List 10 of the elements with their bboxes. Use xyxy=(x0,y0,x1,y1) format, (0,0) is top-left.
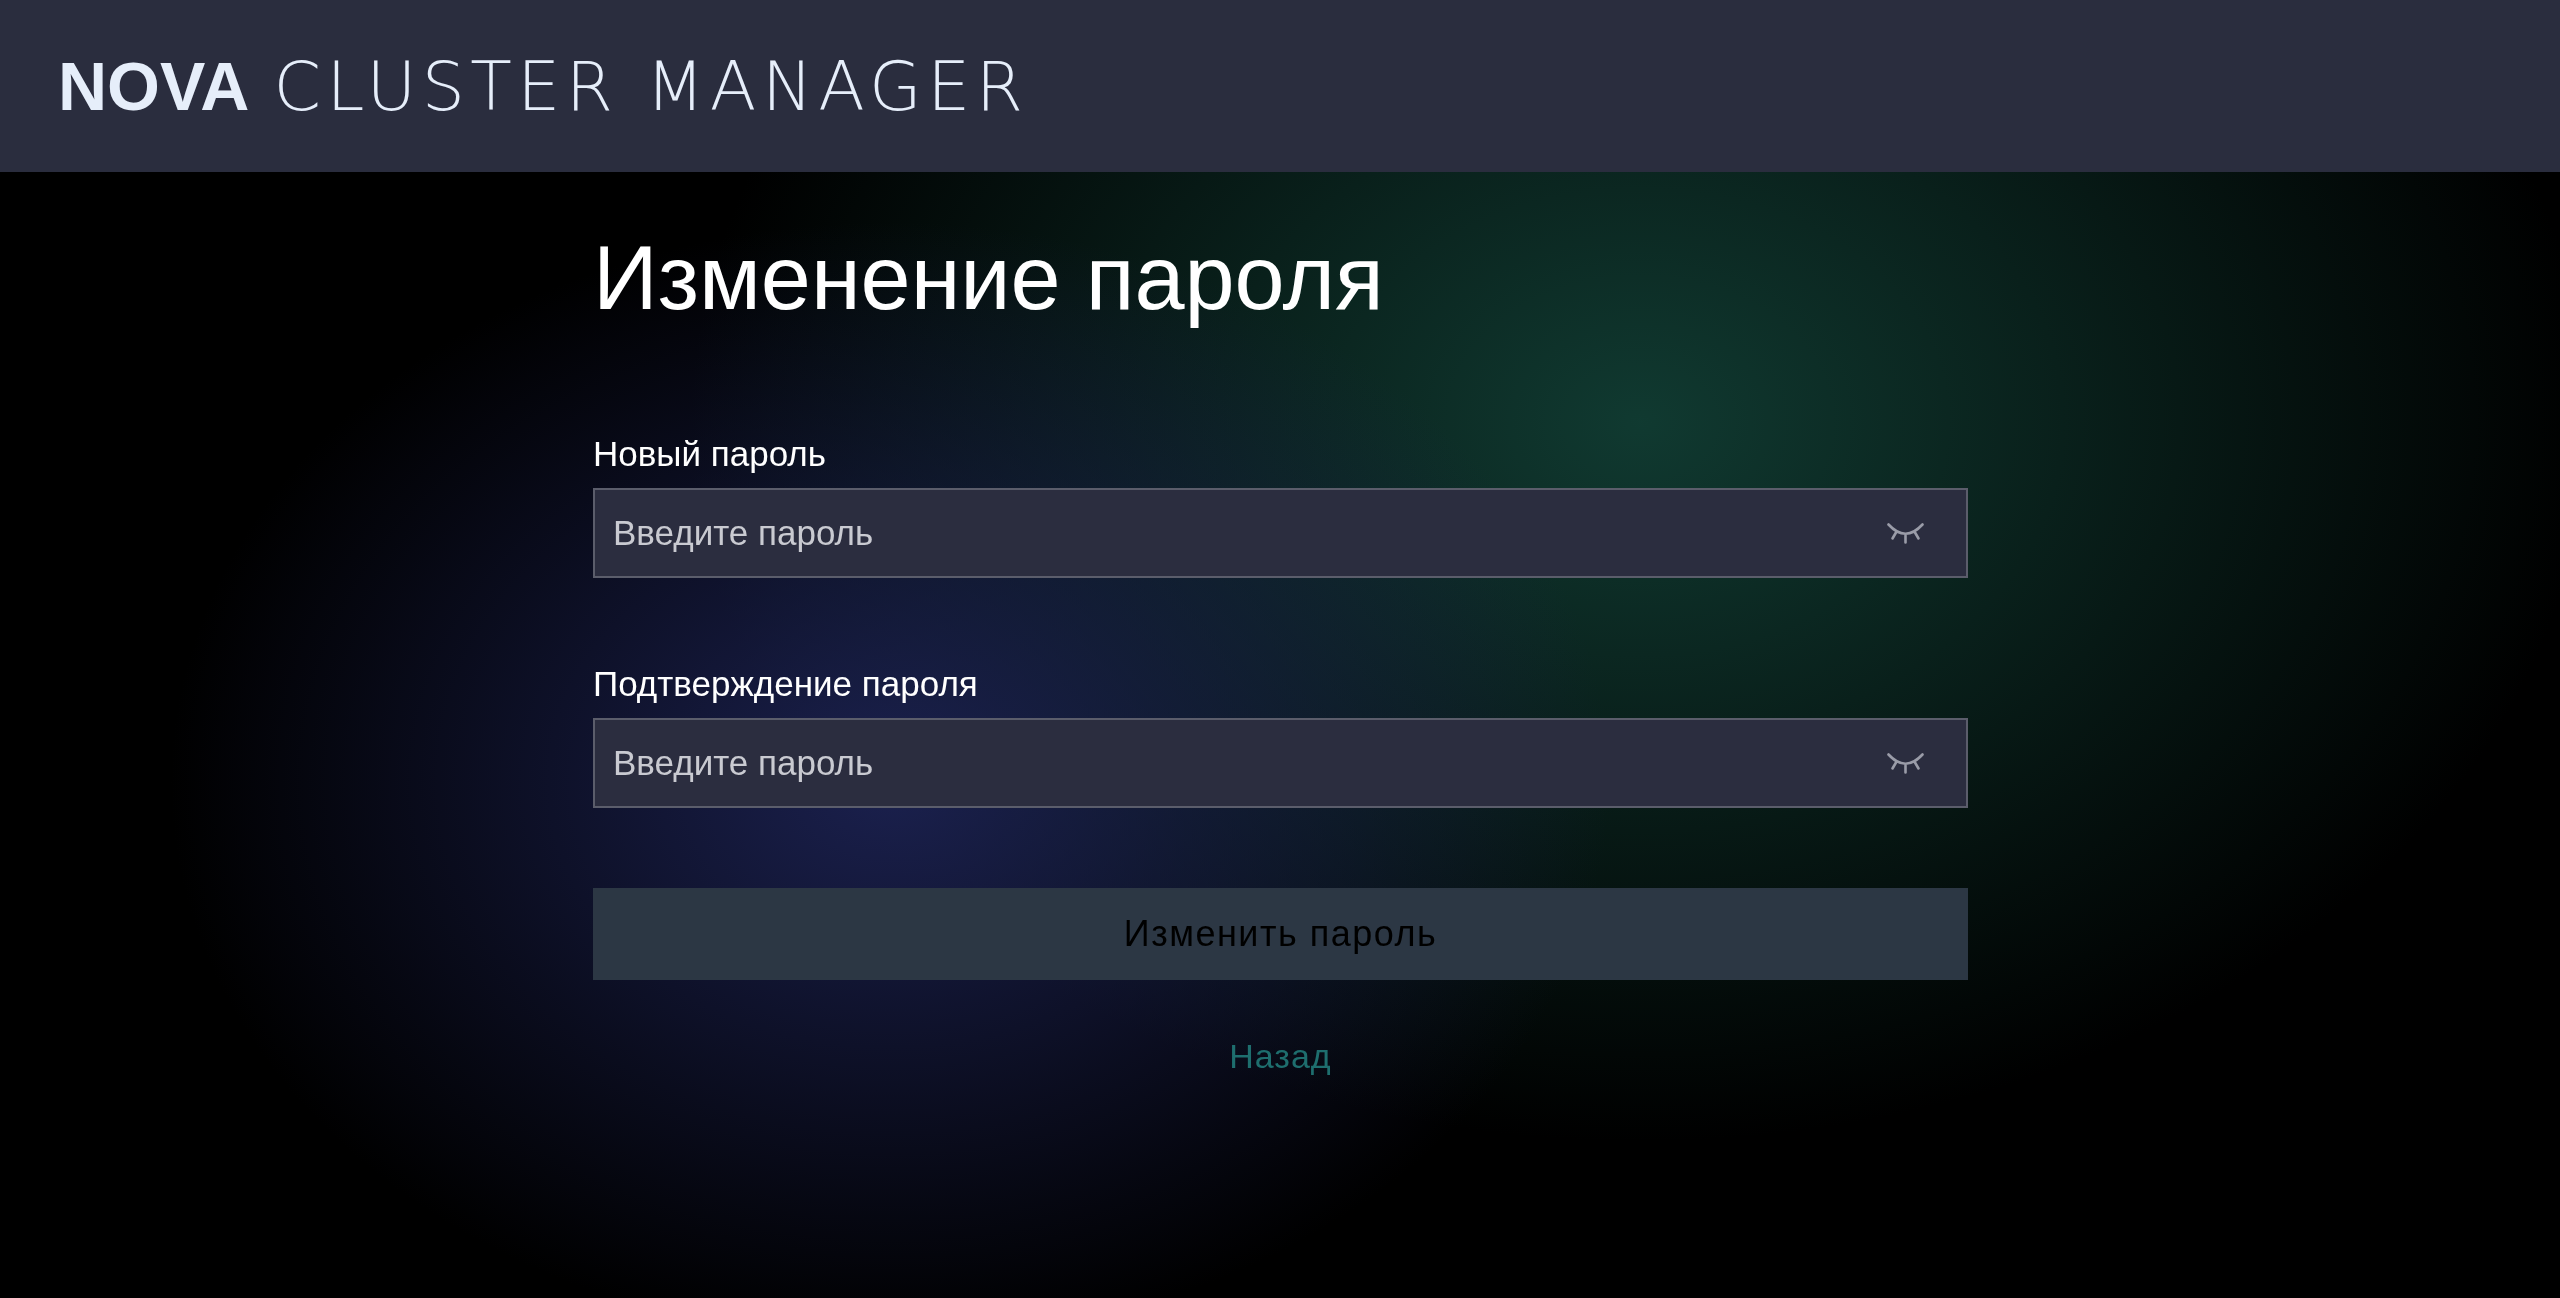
password-field[interactable]: Введите пароль xyxy=(593,488,1968,578)
page-title: Изменение пароля xyxy=(593,227,1384,330)
logo-product-name: CLUSTER MANAGER xyxy=(273,52,1029,121)
field-label: Подтверждение пароля xyxy=(593,664,978,704)
closed-eye-icon[interactable] xyxy=(1887,753,1924,774)
field-label: Новый пароль xyxy=(593,434,826,474)
password-field[interactable]: Введите пароль xyxy=(593,718,1968,808)
back-link[interactable]: Назад xyxy=(1229,1036,1332,1076)
logo-brand: NOVA xyxy=(58,51,250,120)
closed-eye-icon[interactable] xyxy=(1887,523,1924,544)
